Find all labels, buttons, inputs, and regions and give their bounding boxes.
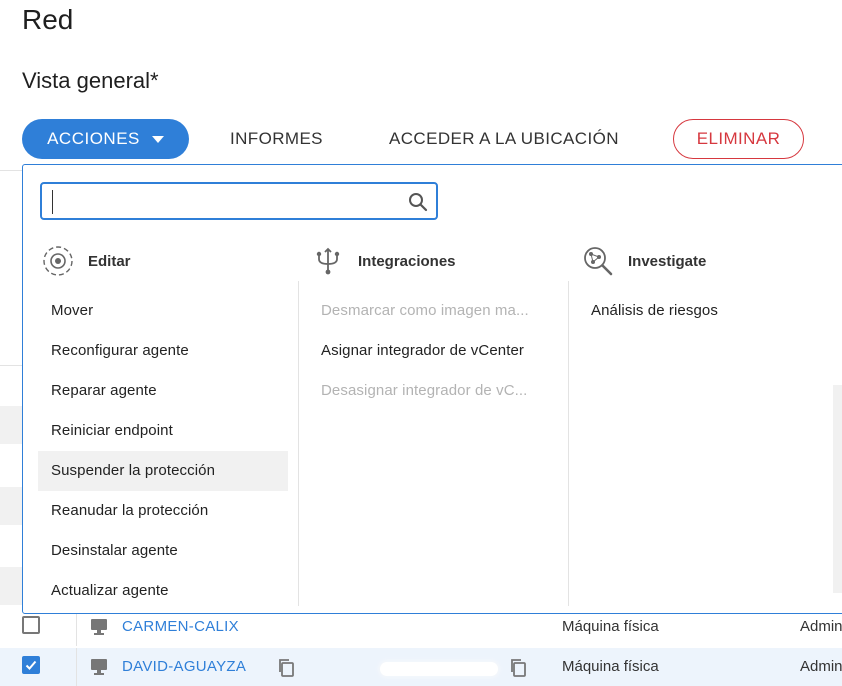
column-divider <box>298 281 299 606</box>
menu-item-reconfigure-agent[interactable]: Reconfigurar agente <box>38 331 288 371</box>
table-divider <box>0 365 22 366</box>
investigate-menu-list: Análisis de riesgos <box>578 291 818 331</box>
investigate-search-icon <box>584 247 613 276</box>
menu-item-unmark-golden-image: Desmarcar como imagen ma... <box>321 302 529 319</box>
page-title: Red <box>22 4 74 35</box>
copy-icon[interactable] <box>509 658 527 678</box>
column-header-label: Investigate <box>628 252 707 270</box>
actions-dropdown: Editar Integraciones Investigate Mover R… <box>22 164 842 614</box>
menu-item-uninstall-agent[interactable]: Desinstalar agente <box>38 531 288 571</box>
computer-icon <box>91 619 107 635</box>
redacted-ip-address <box>380 662 498 676</box>
integraciones-menu-list: Desmarcar como imagen ma... Asignar inte… <box>308 291 548 411</box>
table-row[interactable]: DAVID-AGUAYZA Máquina física Admin <box>0 648 842 686</box>
table-row-stripe <box>0 567 22 605</box>
editar-menu-list: Mover Reconfigurar agente Reparar agente… <box>38 291 288 611</box>
reports-button[interactable]: INFORMES <box>230 119 323 159</box>
dropdown-scrollbar[interactable] <box>833 385 842 593</box>
menu-item-suspend-protection[interactable]: Suspender la protección <box>38 451 288 491</box>
actions-button[interactable]: ACCIONES <box>22 119 189 159</box>
menu-item-unassign-vcenter-integrator: Desasignar integrador de vC... <box>321 382 528 399</box>
table-row-stripe <box>0 406 22 444</box>
copy-icon[interactable] <box>277 658 295 678</box>
column-divider <box>568 281 569 606</box>
menu-item-repair-agent[interactable]: Reparar agente <box>38 371 288 411</box>
column-divider <box>76 648 77 686</box>
row-checkbox[interactable] <box>22 616 40 634</box>
integration-fork-icon <box>316 247 340 275</box>
column-header-integraciones: Integraciones <box>312 245 456 277</box>
column-header-investigate: Investigate <box>582 245 706 277</box>
menu-item-risk-analysis[interactable]: Análisis de riesgos <box>578 291 818 331</box>
search-icon[interactable] <box>408 192 428 212</box>
actions-button-label: ACCIONES <box>47 129 140 148</box>
column-header-editar: Editar <box>42 245 131 277</box>
table-row-stripe <box>0 487 22 525</box>
menu-item-restart-endpoint[interactable]: Reiniciar endpoint <box>38 411 288 451</box>
gear-icon <box>43 246 73 276</box>
column-header-label: Editar <box>88 252 131 270</box>
actions-search-box[interactable] <box>40 182 438 220</box>
go-to-location-button[interactable]: ACCEDER A LA UBICACIÓN <box>389 119 619 159</box>
menu-item-update-agent[interactable]: Actualizar agente <box>38 571 288 611</box>
endpoint-name-link[interactable]: DAVID-AGUAYZA <box>122 648 246 686</box>
network-page: Red Vista general* ACCIONES INFORMES ACC… <box>0 0 842 686</box>
endpoint-type: Máquina física <box>562 658 659 675</box>
menu-item-resume-protection[interactable]: Reanudar la protección <box>38 491 288 531</box>
row-checkbox[interactable] <box>22 656 40 674</box>
view-title: Vista general* <box>22 68 159 93</box>
table-divider <box>0 170 22 171</box>
computer-icon <box>91 659 107 675</box>
check-icon <box>25 660 37 670</box>
actions-search-input[interactable] <box>52 190 397 214</box>
endpoint-admin: Admin <box>800 658 842 675</box>
caret-down-icon <box>151 135 164 143</box>
menu-item-mover[interactable]: Mover <box>38 291 288 331</box>
delete-button[interactable]: ELIMINAR <box>673 119 804 159</box>
column-header-label: Integraciones <box>358 252 456 270</box>
menu-item-assign-vcenter-integrator[interactable]: Asignar integrador de vCenter <box>308 331 548 371</box>
